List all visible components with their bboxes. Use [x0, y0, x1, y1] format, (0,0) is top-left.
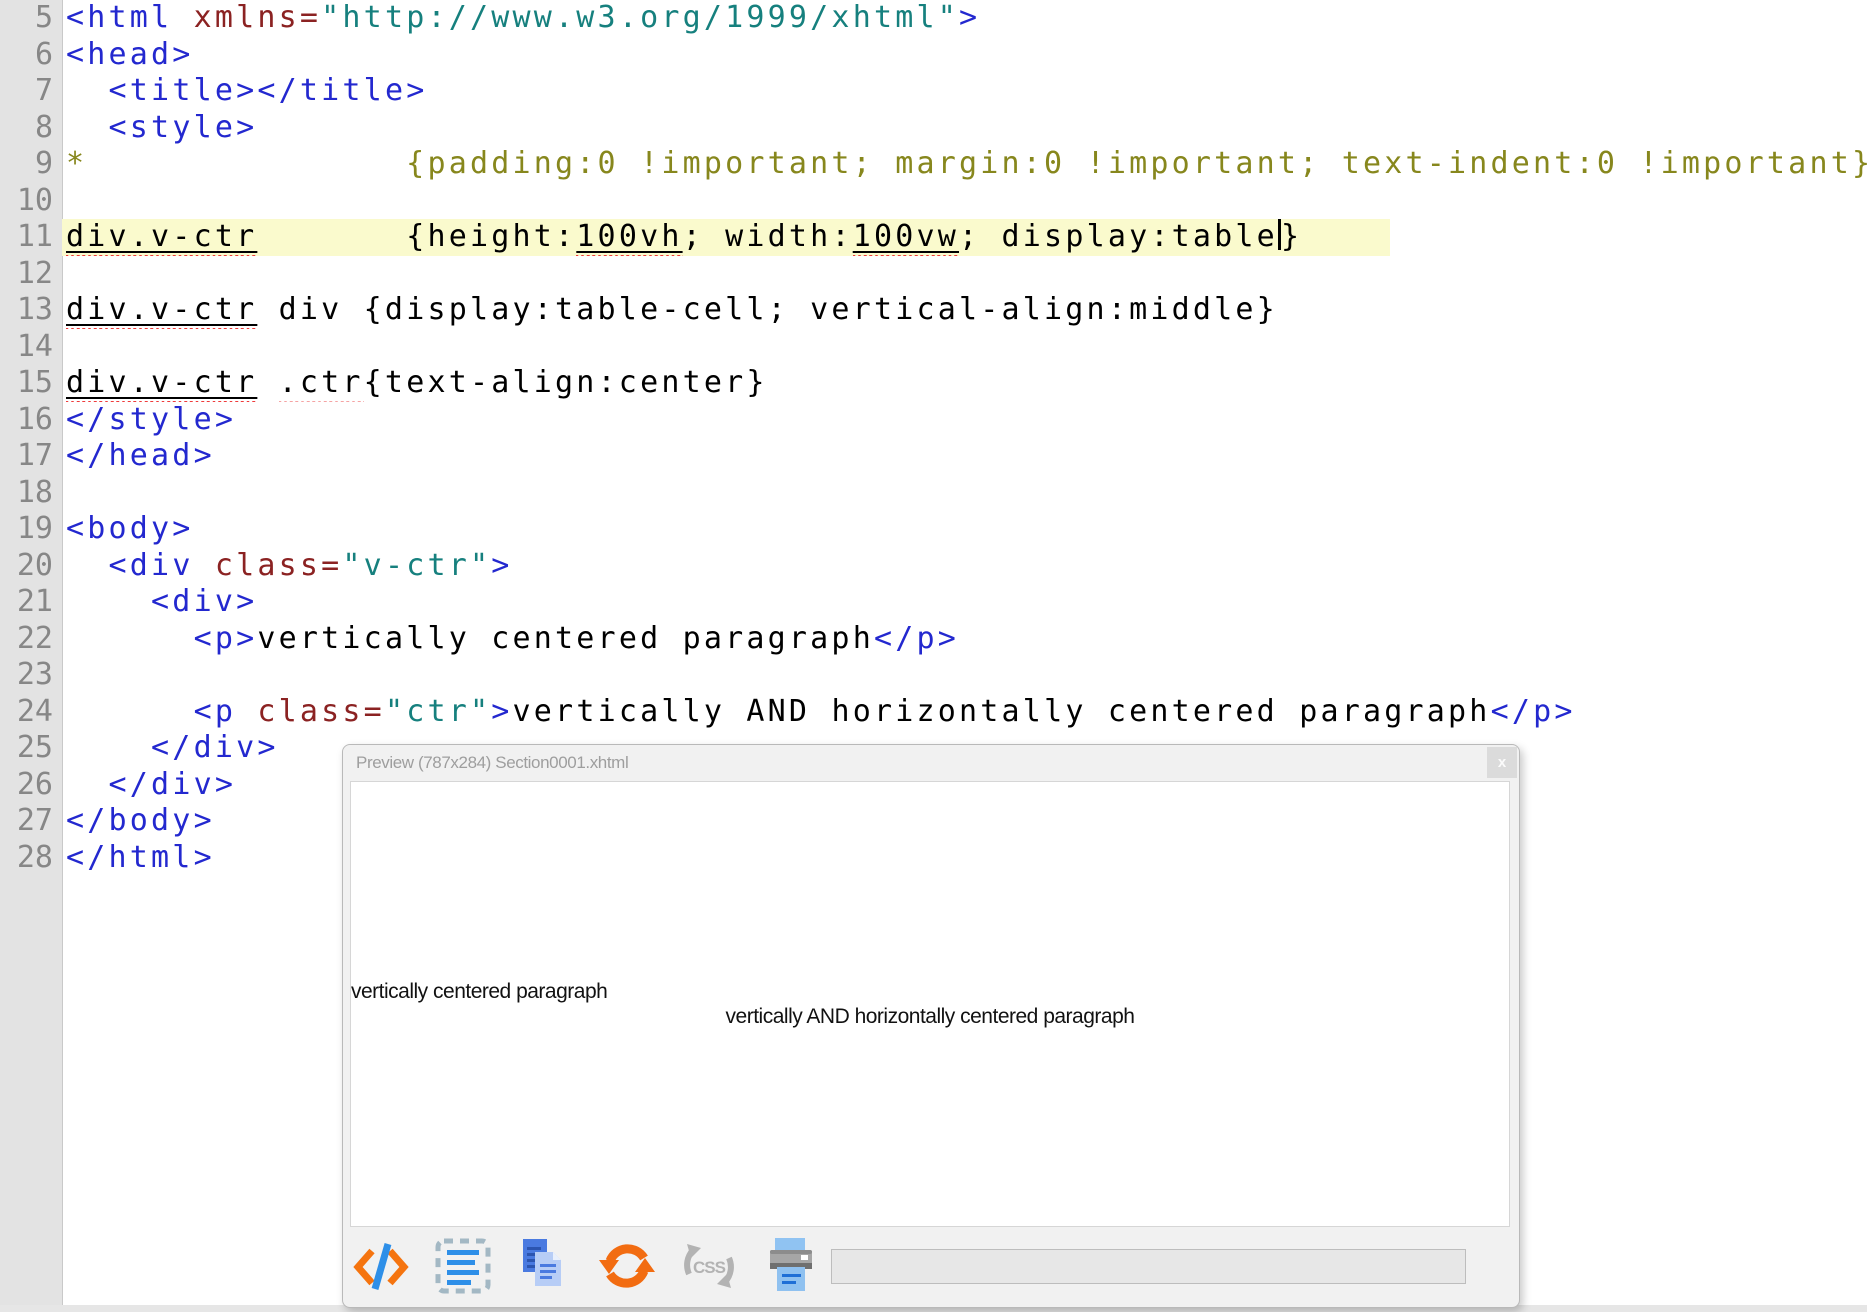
line-number: 9 — [34, 146, 53, 181]
code-line[interactable]: 19 <body> — [0, 511, 1867, 548]
code-line-text: <style> — [108, 109, 258, 145]
code-line-text: * {padding:0 !important; margin:0 !impor… — [66, 146, 1867, 181]
preview-title: Preview (787x284) Section0001.xhtml — [356, 753, 629, 772]
code-line[interactable]: 7 <title></title> — [0, 73, 1867, 110]
line-number: 8 — [34, 109, 53, 145]
line-number: 23 — [16, 657, 53, 692]
code-line[interactable]: 10 — [0, 183, 1867, 220]
refresh-icon[interactable] — [597, 1236, 657, 1296]
preview-address-input[interactable] — [831, 1248, 1466, 1284]
preview-titlebar[interactable]: Preview (787x284) Section0001.xhtml x — [343, 745, 1519, 781]
line-number: 13 — [16, 292, 53, 327]
line-number: 27 — [16, 803, 53, 838]
code-line[interactable]: 11 div.v-ctr {height:100vh; width:100vw; … — [0, 219, 1867, 256]
code-line[interactable]: 20 <div class="v-ctr"> — [0, 548, 1867, 585]
line-number: 17 — [16, 438, 53, 473]
select-all-icon[interactable] — [433, 1236, 493, 1296]
line-number: 22 — [16, 620, 53, 656]
code-line[interactable]: 13 div.v-ctr div {display:table-cell; ver… — [0, 292, 1867, 329]
app-window: 5 <html xmlns="http://www.w3.org/1999/xht… — [0, 0, 1867, 1312]
code-line-text: <html xmlns="http://www.w3.org/1999/xhtm… — [66, 0, 981, 35]
code-line[interactable]: 6 <head> — [0, 37, 1867, 74]
code-line[interactable]: 22 <p>vertically centered paragraph</p> — [0, 621, 1867, 658]
line-number: 28 — [16, 839, 53, 875]
code-line-text: <p>vertically centered paragraph</p> — [193, 620, 960, 656]
line-number: 5 — [34, 0, 53, 35]
code-line[interactable]: 12 — [0, 256, 1867, 293]
code-line-text: </head> — [66, 438, 215, 473]
code-line-text: <div class="v-ctr"> — [108, 547, 513, 583]
line-number: 18 — [16, 474, 53, 510]
code-line-text: div.v-ctr {height:100vh; width:100vw; di… — [62, 219, 1867, 256]
code-line[interactable]: 18 — [0, 475, 1867, 512]
code-line-text: div.v-ctr .ctr{text-align:center} — [62, 365, 1867, 402]
inspect-css-icon[interactable]: CSS — [679, 1236, 739, 1296]
line-number: 6 — [34, 36, 53, 72]
line-number: 11 — [16, 219, 53, 254]
print-icon[interactable] — [761, 1236, 821, 1296]
code-line[interactable]: 17 </head> — [0, 438, 1867, 475]
preview-paragraph: vertically centered paragraph — [351, 980, 608, 1003]
code-line[interactable]: 21 <div> — [0, 584, 1867, 621]
code-line[interactable]: 23 — [0, 657, 1867, 694]
line-number: 19 — [16, 511, 53, 546]
line-number: 10 — [16, 182, 53, 218]
css-icon-label: CSS — [693, 1258, 726, 1277]
line-number: 24 — [16, 693, 53, 729]
code-line-text: <p class="ctr">vertically AND horizontal… — [193, 693, 1576, 729]
code-line-text: </style> — [66, 401, 237, 437]
code-line[interactable]: 15 div.v-ctr .ctr{text-align:center} — [0, 365, 1867, 402]
code-line[interactable]: 8 <style> — [0, 110, 1867, 147]
copy-icon[interactable] — [515, 1236, 575, 1296]
code-line-text: <body> — [66, 511, 194, 546]
close-icon[interactable]: x — [1487, 747, 1517, 778]
code-view-icon[interactable] — [351, 1236, 411, 1296]
code-line[interactable]: 9 * {padding:0 !important; margin:0 !impo… — [0, 146, 1867, 183]
line-number: 26 — [16, 766, 53, 802]
code-line-text: <head> — [66, 36, 194, 72]
code-line[interactable]: 24 <p class="ctr">vertically AND horizon… — [0, 694, 1867, 731]
preview-render-area: vertically centered paragraph vertically… — [350, 781, 1510, 1227]
line-number: 12 — [16, 255, 53, 291]
code-line[interactable]: 16 </style> — [0, 402, 1867, 439]
line-number: 14 — [16, 328, 53, 364]
preview-window: Preview (787x284) Section0001.xhtml x ve… — [342, 744, 1520, 1308]
code-line-text: <div> — [151, 584, 258, 619]
code-line[interactable]: 5 <html xmlns="http://www.w3.org/1999/xht… — [0, 0, 1867, 37]
line-number: 25 — [16, 730, 53, 765]
line-number: 20 — [16, 547, 53, 583]
code-line[interactable]: 14 — [0, 329, 1867, 366]
preview-toolbar: CSS — [343, 1228, 1519, 1304]
line-number: 15 — [16, 365, 53, 400]
line-number: 7 — [34, 73, 53, 108]
line-number: 21 — [16, 584, 53, 619]
preview-paragraph: vertically AND horizontally centered par… — [725, 1005, 1135, 1028]
code-line-text: <title></title> — [108, 73, 428, 108]
line-number: 16 — [16, 401, 53, 437]
code-line-text: div.v-ctr div {display:table-cell; verti… — [62, 292, 1867, 329]
